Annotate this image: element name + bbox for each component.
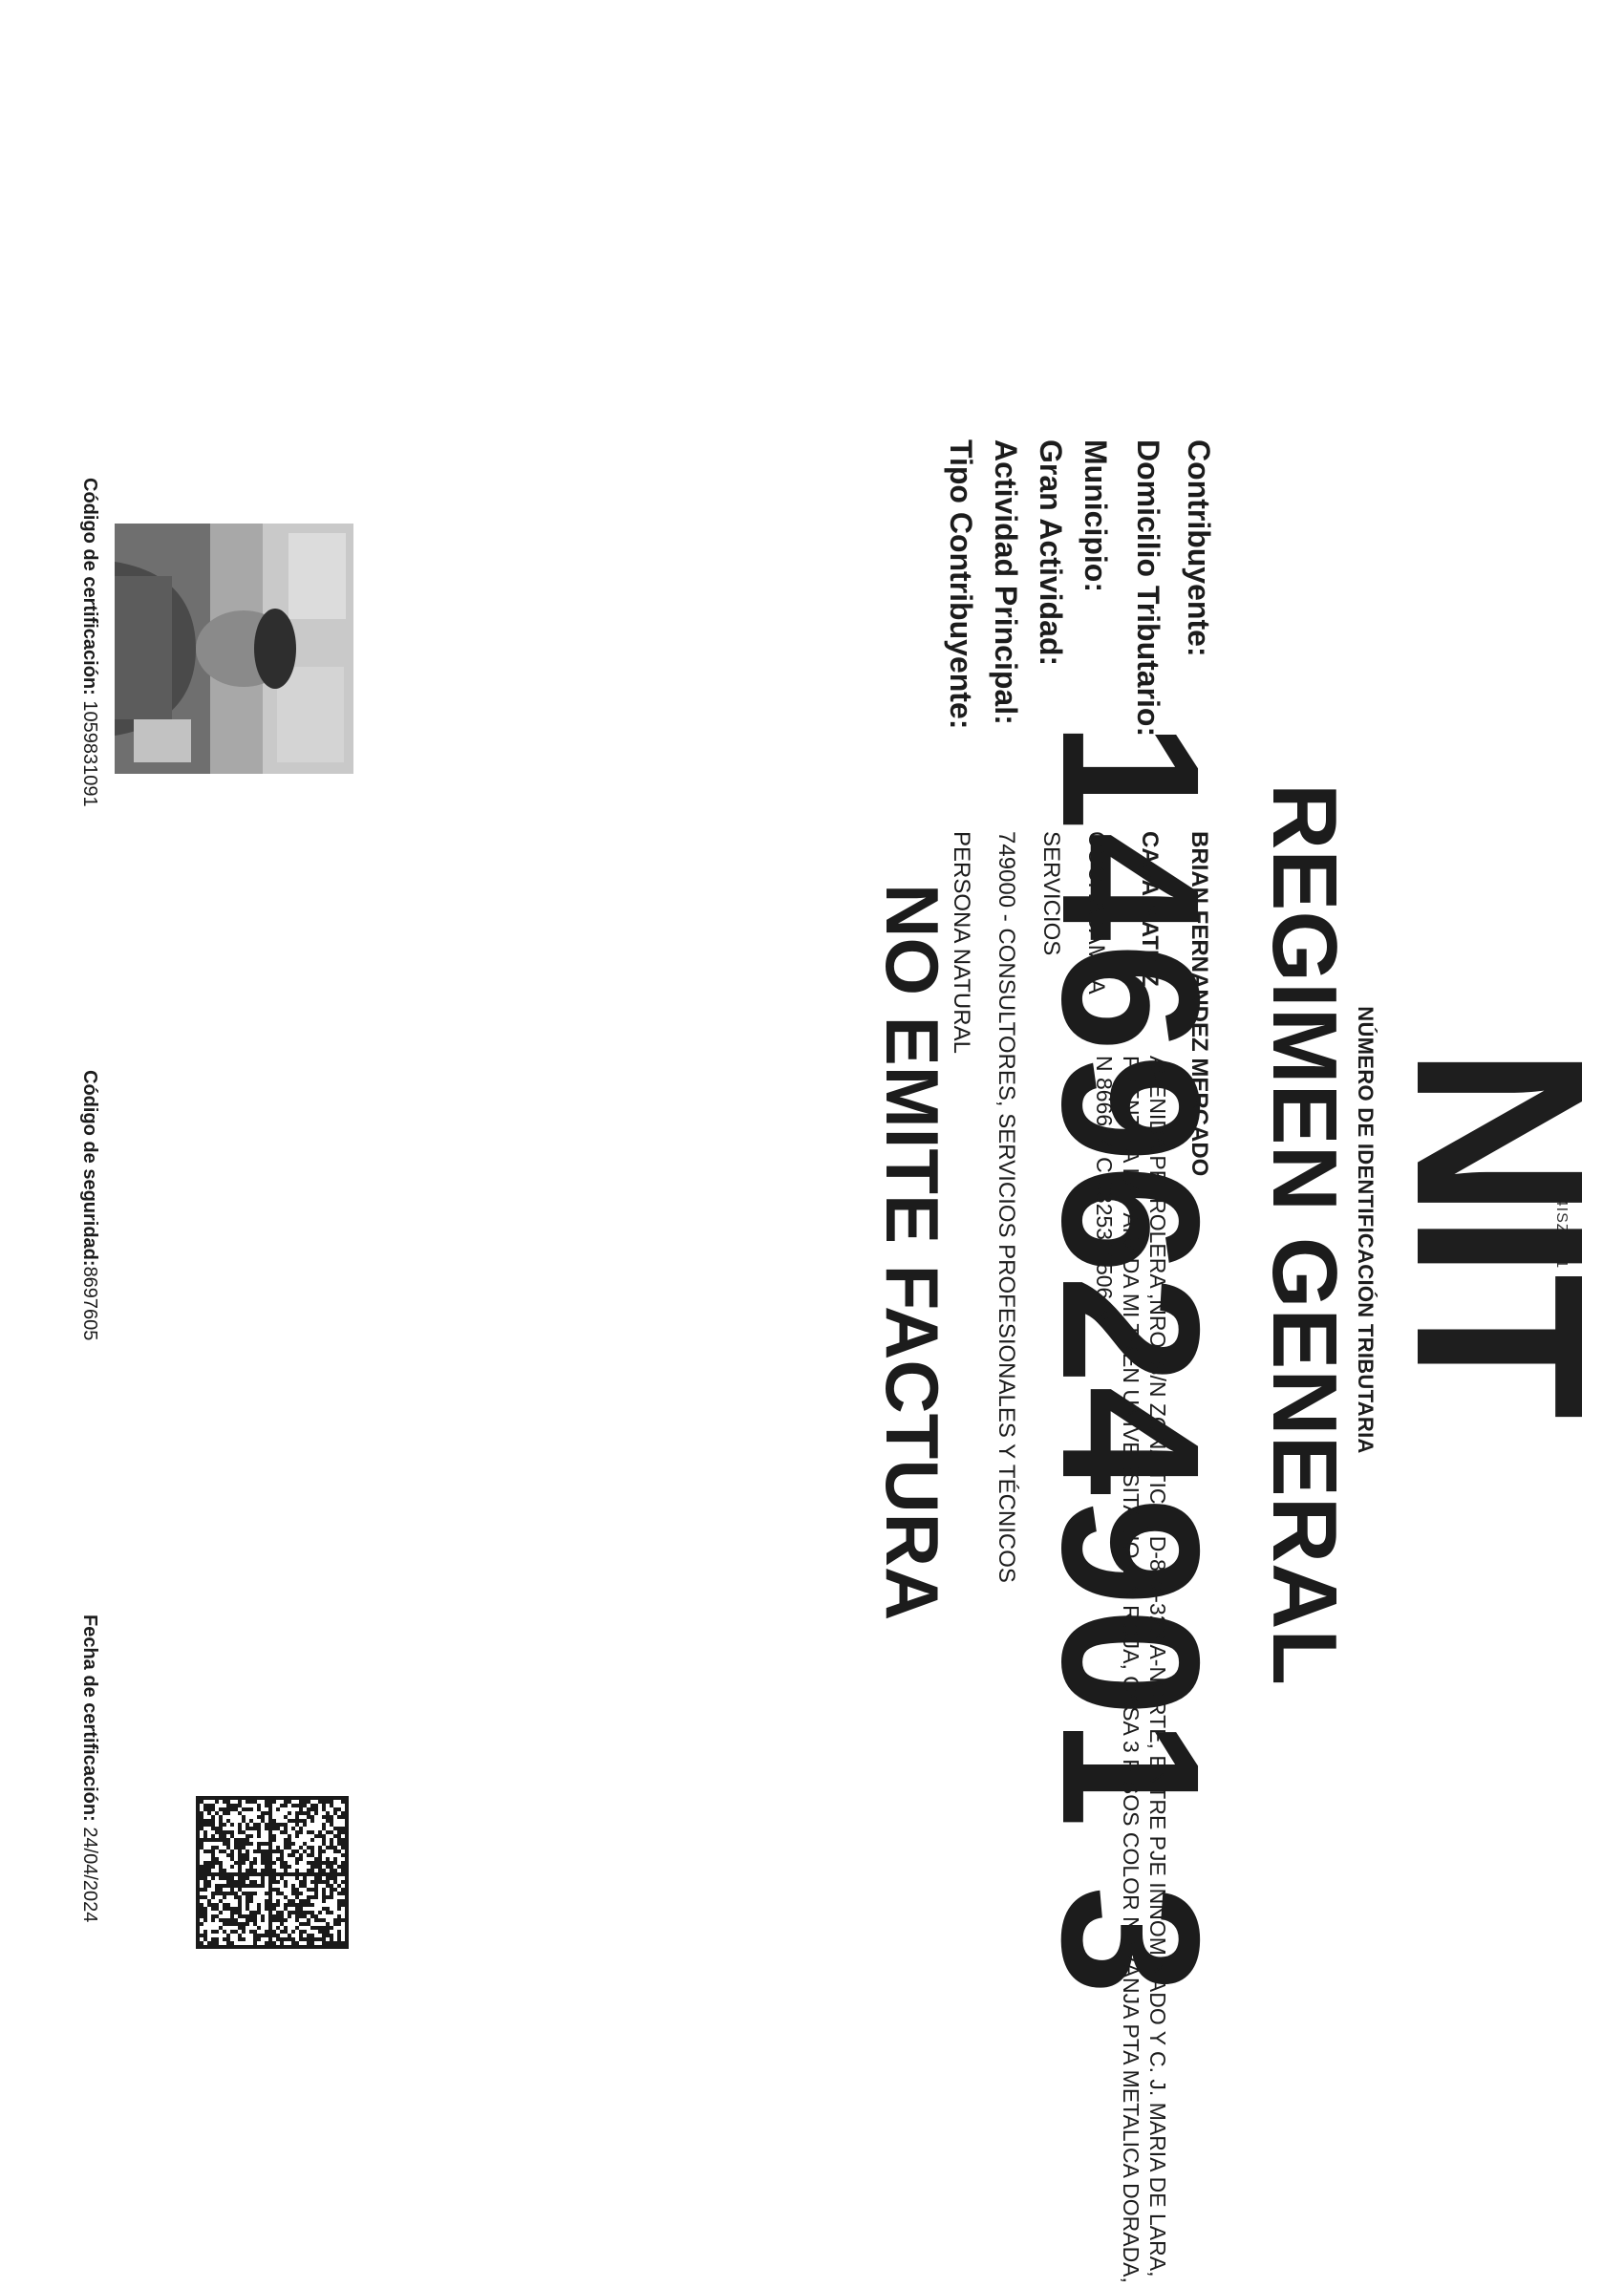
barcode-icon	[191, 1796, 349, 1949]
cert-code-value: 1059831091	[79, 700, 100, 807]
actividad-label: Actividad Principal:	[989, 439, 1023, 725]
taxpayer-photo	[115, 524, 353, 774]
cert-date: Fecha de certificación: 24/04/2024	[78, 1614, 100, 1922]
barcode-modules	[196, 1796, 349, 1949]
nit-certificate-sheet: I-4ISZIH11 NIT NÚMERO DE IDENTIFICACIÓN …	[0, 0, 1624, 2283]
cert-date-value: 24/04/2024	[79, 1827, 100, 1923]
nit-logo: NIT	[1367, 1046, 1624, 1414]
cert-code-label: Código de certificación:	[79, 478, 100, 695]
contribuyente-value: BRIAN FERNANDEZ MERCADO	[1186, 831, 1212, 1177]
cert-date-label: Fecha de certificación:	[79, 1614, 100, 1822]
factura-status: NO EMITE FACTURA	[870, 884, 954, 1621]
municipio-value: COCHABAMBA	[1083, 831, 1109, 994]
cert-code: Código de certificación: 1059831091	[78, 478, 100, 807]
actividad-value: 749000 - CONSULTORES, SERVICIOS PROFESIO…	[994, 831, 1019, 1583]
security-code-value: 8697605	[79, 1266, 100, 1341]
gran-actividad-value: SERVICIOS	[1038, 831, 1064, 956]
security-code-label: Código de seguridad:	[79, 1070, 100, 1267]
domicilio-address: AVENIDA PETROLERA ,NRO: S/N ZONA TICTI, …	[1092, 1056, 1170, 2283]
domicilio-type: CASA MATRIZ	[1137, 831, 1163, 987]
tipo-contribuyente-value: PERSONA NATURAL	[949, 831, 974, 1054]
contribuyente-label: Contribuyente:	[1182, 439, 1216, 657]
security-code: Código de seguridad:8697605	[78, 1070, 100, 1340]
regime-title: REGIMEN GENERAL	[1253, 783, 1356, 1686]
tipo-contribuyente-label: Tipo Contribuyente:	[944, 439, 978, 730]
domicilio-label: Domicilio Tributario:	[1131, 439, 1165, 738]
municipio-label: Municipio:	[1079, 439, 1113, 592]
person-photo-icon	[115, 524, 353, 774]
gran-actividad-label: Gran Actividad:	[1034, 439, 1068, 667]
